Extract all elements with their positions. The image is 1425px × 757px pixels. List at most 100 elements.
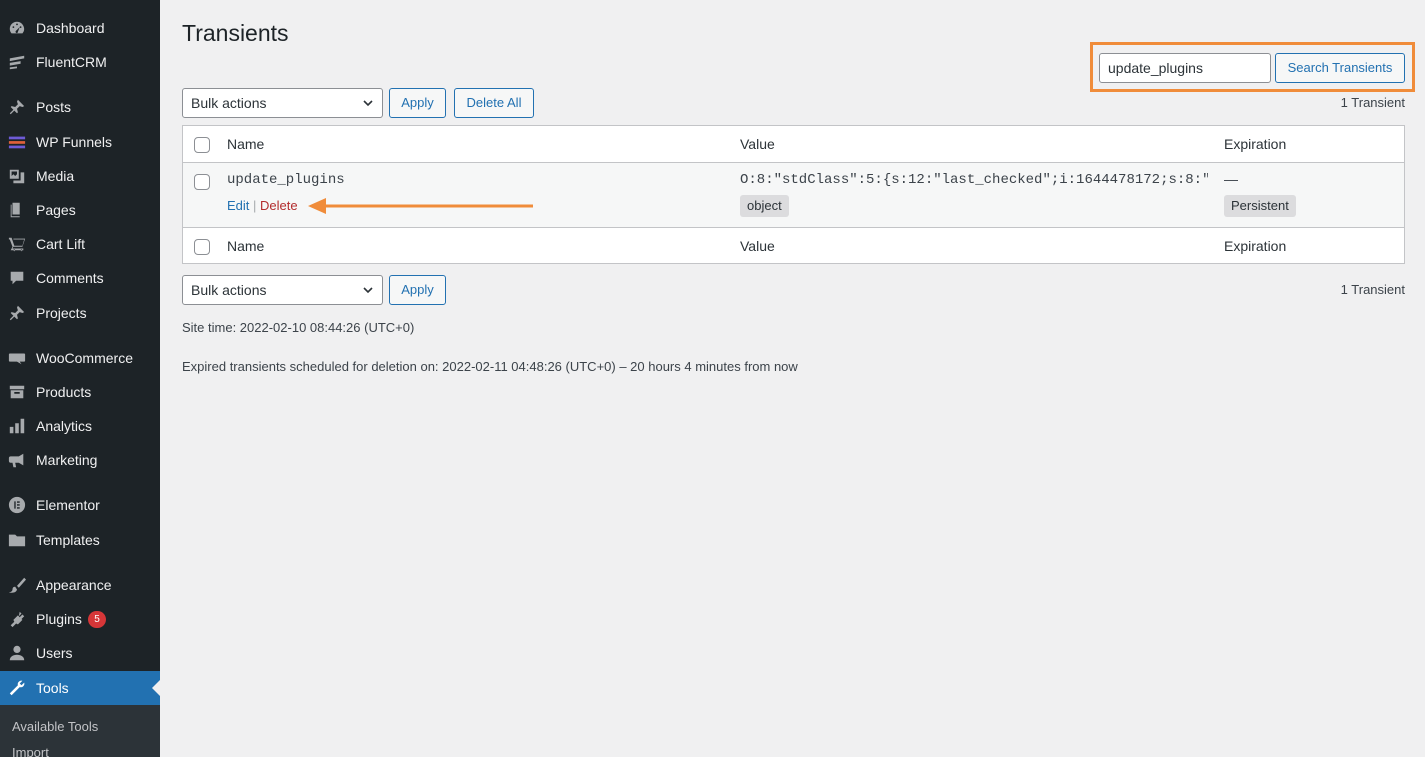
sidebar-item-posts[interactable]: Posts (0, 90, 160, 124)
sidebar-item-appearance[interactable]: Appearance (0, 568, 160, 602)
column-header-value: Value (740, 136, 775, 152)
folder-icon (7, 530, 27, 550)
expiration-tag: Persistent (1224, 195, 1296, 217)
funnels-icon (7, 132, 27, 152)
sidebar-item-label: Pages (36, 202, 76, 218)
sidebar-item-cart-lift[interactable]: Cart Lift (0, 227, 160, 261)
items-count-top: 1 Transient (1340, 95, 1405, 110)
edit-link[interactable]: Edit (227, 198, 249, 213)
fluentcrm-icon (7, 52, 27, 72)
row-actions-separator: | (253, 198, 261, 213)
sidebar-item-label: Dashboard (36, 20, 105, 36)
sidebar-item-projects[interactable]: Projects (0, 296, 160, 330)
sidebar-item-label: Marketing (36, 452, 98, 468)
site-time: Site time: 2022-02-10 08:44:26 (UTC+0) (182, 320, 415, 335)
sidebar-item-pages[interactable]: Pages (0, 193, 160, 227)
pin-icon (7, 303, 27, 323)
column-footer-value: Value (740, 238, 775, 254)
sidebar-item-label: WooCommerce (36, 350, 133, 366)
search-transients-button[interactable]: Search Transients (1275, 53, 1405, 83)
chevron-down-icon (363, 287, 373, 294)
sidebar-item-marketing[interactable]: Marketing (0, 443, 160, 477)
apply-button-bottom[interactable]: Apply (389, 275, 446, 305)
expired-deletion-note: Expired transients scheduled for deletio… (182, 359, 798, 374)
table-header: Name Value Expiration (183, 126, 1404, 163)
column-footer-expiration[interactable]: Expiration (1224, 228, 1286, 264)
column-header-expiration[interactable]: Expiration (1224, 126, 1286, 162)
submenu-item-import[interactable]: Import (12, 745, 49, 757)
sidebar-item-media[interactable]: Media (0, 159, 160, 193)
table-footer: Name Value Expiration (183, 227, 1404, 264)
sidebar-item-woocommerce[interactable]: WooCommerce (0, 341, 160, 375)
bulk-actions-select-top[interactable]: Bulk actions (182, 88, 383, 118)
sidebar-item-label: Comments (36, 270, 104, 286)
annotation-arrow-head (308, 198, 326, 214)
delete-link[interactable]: Delete (260, 198, 298, 213)
sidebar-item-comments[interactable]: Comments (0, 261, 160, 295)
bulk-actions-label: Bulk actions (191, 95, 267, 111)
sidebar-item-products[interactable]: Products (0, 375, 160, 409)
sidebar-item-label: WP Funnels (36, 134, 112, 150)
bulk-actions-label: Bulk actions (191, 282, 267, 298)
value-type-tag: object (740, 195, 789, 217)
sidebar-item-dashboard[interactable]: Dashboard (0, 11, 160, 45)
sidebar-item-label: Products (36, 384, 92, 400)
admin-sidebar: Dashboard FluentCRM Posts WP Funnels Med… (0, 0, 160, 757)
sidebar-item-label: Cart Lift (36, 236, 86, 252)
bulk-actions-select-bottom[interactable]: Bulk actions (182, 275, 383, 305)
sidebar-item-fluentcrm[interactable]: FluentCRM (0, 45, 160, 79)
transient-value: O:8:"stdClass":5:{s:12:"last_checked";i:… (740, 172, 1208, 188)
pages-icon (7, 200, 27, 220)
table-row: update_plugins Edit | Delete O:8:"stdCla… (183, 163, 1404, 227)
sidebar-item-label: Appearance (36, 577, 112, 593)
elementor-icon (7, 495, 27, 515)
items-count-bottom: 1 Transient (1340, 282, 1405, 297)
sidebar-item-label: FluentCRM (36, 54, 107, 70)
transients-table: Name Value Expiration update_plugins Edi… (182, 125, 1405, 264)
select-all-checkbox[interactable] (194, 137, 210, 153)
sidebar-item-label: Media (36, 168, 75, 184)
annotation-arrow (308, 198, 533, 214)
column-footer-name[interactable]: Name (227, 228, 264, 264)
sidebar-item-label: Templates (36, 532, 100, 548)
tools-submenu: Available Tools Import (0, 705, 160, 757)
media-icon (7, 166, 27, 186)
dashboard-icon (7, 18, 27, 38)
select-all-checkbox-footer[interactable] (194, 239, 210, 255)
active-menu-pointer (152, 680, 160, 696)
transient-name: update_plugins (227, 172, 345, 188)
sidebar-item-wp-funnels[interactable]: WP Funnels (0, 125, 160, 159)
row-actions: Edit | Delete (227, 198, 298, 213)
sidebar-item-label: Analytics (36, 418, 93, 434)
column-header-name[interactable]: Name (227, 126, 264, 162)
sidebar-item-elementor[interactable]: Elementor (0, 488, 160, 522)
megaphone-icon (7, 450, 27, 470)
page-title: Transients (182, 20, 289, 46)
user-icon (7, 643, 27, 663)
apply-button-top[interactable]: Apply (389, 88, 446, 118)
wrench-icon (7, 678, 27, 698)
sidebar-item-label: Elementor (36, 497, 100, 513)
sidebar-item-label: Users (36, 645, 73, 661)
sidebar-item-analytics[interactable]: Analytics (0, 409, 160, 443)
row-checkbox[interactable] (194, 174, 210, 190)
cart-icon (7, 234, 27, 254)
update-count-badge: 5 (88, 611, 106, 628)
sidebar-item-templates[interactable]: Templates (0, 523, 160, 557)
search-input[interactable] (1099, 53, 1271, 83)
delete-all-button[interactable]: Delete All (454, 88, 534, 118)
pin-icon (7, 97, 27, 117)
sidebar-item-label: Plugins (36, 611, 82, 627)
sidebar-item-label: Tools (36, 680, 69, 696)
expiration-value: — (1224, 171, 1238, 187)
woo-icon (7, 348, 27, 368)
sidebar-item-plugins[interactable]: Plugins 5 (0, 602, 160, 636)
sidebar-item-label: Projects (36, 305, 87, 321)
sidebar-item-label: Posts (36, 99, 72, 115)
sidebar-item-users[interactable]: Users (0, 636, 160, 670)
plug-icon (7, 609, 27, 629)
archive-icon (7, 382, 27, 402)
sidebar-item-tools[interactable]: Tools (0, 671, 160, 705)
chevron-down-icon (363, 100, 373, 107)
submenu-item-available-tools[interactable]: Available Tools (12, 719, 98, 734)
